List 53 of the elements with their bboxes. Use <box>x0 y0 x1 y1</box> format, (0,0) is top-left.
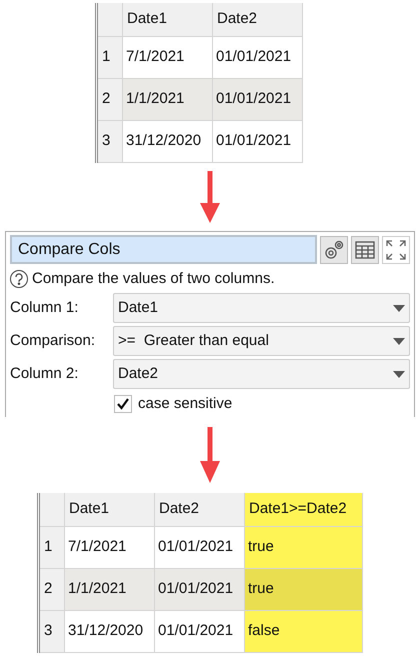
table-cell: 01/01/2021 <box>155 527 245 569</box>
caret-icon <box>393 370 405 378</box>
settings-button[interactable] <box>320 236 348 264</box>
corner-header <box>40 493 65 527</box>
corner-header <box>98 3 123 37</box>
column-header[interactable]: Date1>=Date2 <box>245 493 363 527</box>
help-text: Compare the values of two columns. <box>32 268 275 289</box>
table-view-button[interactable] <box>351 236 379 264</box>
checkbox-label: case sensitive <box>138 394 232 414</box>
row-number: 2 <box>40 569 65 611</box>
dropdown[interactable]: >= Greater than equal <box>113 326 410 356</box>
table-cell: 01/01/2021 <box>213 121 303 163</box>
maximize-button[interactable] <box>382 236 410 264</box>
field-label: Comparison: <box>10 330 96 351</box>
down-arrow-icon <box>200 427 220 483</box>
table-cell: 7/1/2021 <box>123 37 213 79</box>
table-cell: 1/1/2021 <box>65 569 155 611</box>
title-field[interactable]: Compare Cols <box>10 235 317 264</box>
table-cell: 31/12/2020 <box>123 121 213 163</box>
table-cell: false <box>245 611 363 653</box>
table-cell: 01/01/2021 <box>155 569 245 611</box>
table-cell: 7/1/2021 <box>65 527 155 569</box>
row-number: 1 <box>98 37 123 79</box>
table-cell: 01/01/2021 <box>213 37 303 79</box>
table-cell: 01/01/2021 <box>213 79 303 121</box>
table-cell: 31/12/2020 <box>65 611 155 653</box>
column-header[interactable]: Date1 <box>65 493 155 527</box>
row-number: 3 <box>40 611 65 653</box>
field-label: Column 2: <box>10 364 80 384</box>
table-icon <box>355 240 375 258</box>
row-number: 2 <box>98 79 123 121</box>
table-cell: 01/01/2021 <box>155 611 245 653</box>
caret-icon <box>393 338 405 344</box>
caret-icon <box>393 304 405 312</box>
checkbox[interactable] <box>114 395 132 413</box>
row-number: 3 <box>98 121 123 163</box>
dropdown-value: >= Greater than equal <box>118 330 269 351</box>
dropdown-value: Date2 <box>118 364 158 384</box>
gears-icon <box>323 238 345 260</box>
column-header[interactable]: Date1 <box>123 3 213 37</box>
table-cell: true <box>245 569 363 611</box>
field-label: Column 1: <box>10 298 80 318</box>
down-arrow-icon <box>200 171 220 223</box>
dropdown[interactable]: Date1 <box>113 293 410 323</box>
table-cell: true <box>245 527 363 569</box>
column-header[interactable]: Date2 <box>155 493 245 527</box>
table-cell: 1/1/2021 <box>123 79 213 121</box>
dropdown-value: Date1 <box>118 298 158 318</box>
row-number: 1 <box>40 527 65 569</box>
expand-icon <box>385 238 407 260</box>
column-header[interactable]: Date2 <box>213 3 303 37</box>
help-icon[interactable] <box>10 270 28 288</box>
dropdown[interactable]: Date2 <box>113 359 410 389</box>
